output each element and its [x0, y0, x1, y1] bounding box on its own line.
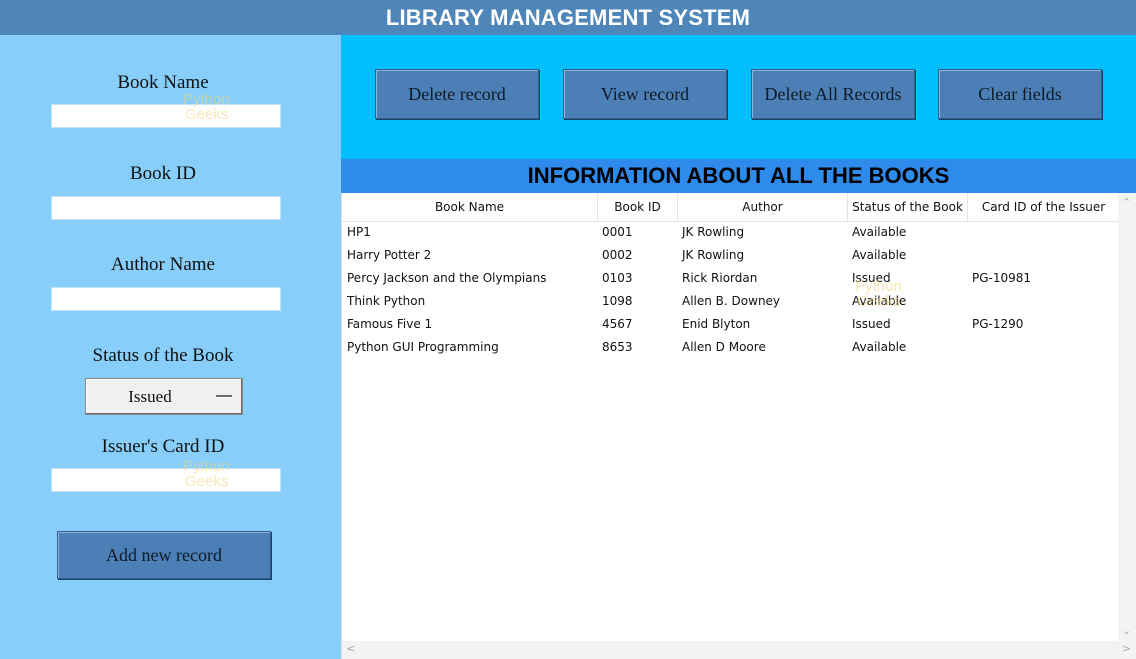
- view-record-button[interactable]: View record: [563, 69, 727, 119]
- cell-author: JK Rowling: [682, 248, 745, 262]
- option-menu-indicator-icon: [216, 395, 232, 398]
- column-header-card-id[interactable]: Card ID of the Issuer: [968, 193, 1119, 221]
- cell-book-name: Python GUI Programming: [347, 340, 499, 354]
- cell-status: Available: [852, 294, 907, 308]
- table-row[interactable]: HP1 0001 JK Rowling Available: [342, 221, 1119, 244]
- scroll-left-icon[interactable]: <: [346, 643, 355, 655]
- card-id-input[interactable]: [51, 468, 281, 492]
- cell-book-id: 0002: [602, 248, 633, 262]
- books-table[interactable]: Book Name Book ID Author Status of the B…: [341, 193, 1136, 659]
- cell-status: Available: [852, 340, 907, 354]
- cell-card-id: PG-1290: [972, 317, 1024, 331]
- table-row[interactable]: Think Python 1098 Allen B. Downey Availa…: [342, 290, 1119, 313]
- vertical-scrollbar[interactable]: ⌃ ⌄: [1118, 193, 1136, 641]
- column-header-author[interactable]: Author: [678, 193, 848, 221]
- book-name-input[interactable]: [51, 104, 281, 128]
- book-name-label: Book Name: [117, 72, 209, 93]
- book-id-input[interactable]: [51, 196, 281, 220]
- author-name-input[interactable]: [51, 287, 281, 311]
- book-id-label: Book ID: [130, 163, 196, 184]
- cell-card-id: PG-10981: [972, 271, 1032, 285]
- scroll-down-icon[interactable]: ⌄: [1122, 625, 1131, 637]
- add-record-button[interactable]: Add new record: [57, 531, 271, 579]
- card-id-label: Issuer's Card ID: [101, 436, 225, 457]
- cell-book-id: 1098: [602, 294, 633, 308]
- cell-author: JK Rowling: [682, 225, 745, 239]
- cell-book-name: Famous Five 1: [347, 317, 433, 331]
- cell-book-id: 0103: [602, 271, 633, 285]
- window-title: LIBRARY MANAGEMENT SYSTEM: [0, 0, 1136, 35]
- cell-book-name: Harry Potter 2: [347, 248, 432, 262]
- cell-author: Allen B. Downey: [682, 294, 781, 308]
- cell-book-id: 0001: [602, 225, 633, 239]
- status-dropdown[interactable]: Issued: [85, 378, 243, 415]
- status-label: Status of the Book: [92, 345, 234, 366]
- cell-book-id: 8653: [602, 340, 633, 354]
- column-header-book-id[interactable]: Book ID: [598, 193, 678, 221]
- horizontal-scrollbar[interactable]: < >: [342, 641, 1136, 659]
- cell-status: Available: [852, 225, 907, 239]
- delete-all-records-button[interactable]: Delete All Records: [751, 69, 915, 119]
- cell-status: Available: [852, 248, 907, 262]
- cell-author: Allen D Moore: [682, 340, 766, 354]
- table-title: INFORMATION ABOUT ALL THE BOOKS: [341, 159, 1136, 193]
- table-header: Book Name Book ID Author Status of the B…: [342, 193, 1119, 222]
- table-row[interactable]: Python GUI Programming 8653 Allen D Moor…: [342, 336, 1119, 359]
- cell-status: Issued: [852, 271, 891, 285]
- cell-book-name: Think Python: [347, 294, 426, 308]
- column-header-book-name[interactable]: Book Name: [342, 193, 598, 221]
- scroll-up-icon[interactable]: ⌃: [1122, 197, 1131, 209]
- cell-book-name: HP1: [347, 225, 371, 239]
- column-header-status[interactable]: Status of the Book: [848, 193, 968, 221]
- cell-author: Enid Blyton: [682, 317, 751, 331]
- delete-record-button[interactable]: Delete record: [375, 69, 539, 119]
- table-row[interactable]: Harry Potter 2 0002 JK Rowling Available: [342, 244, 1119, 267]
- author-name-label: Author Name: [111, 254, 215, 275]
- cell-author: Rick Riordan: [682, 271, 758, 285]
- cell-status: Issued: [852, 317, 891, 331]
- status-selected-value: Issued: [128, 387, 172, 406]
- table-row[interactable]: Percy Jackson and the Olympians 0103 Ric…: [342, 267, 1119, 290]
- cell-book-id: 4567: [602, 317, 633, 331]
- cell-book-name: Percy Jackson and the Olympians: [347, 271, 547, 285]
- table-row[interactable]: Famous Five 1 4567 Enid Blyton Issued PG…: [342, 313, 1119, 336]
- clear-fields-button[interactable]: Clear fields: [938, 69, 1102, 119]
- scroll-right-icon[interactable]: >: [1122, 643, 1131, 655]
